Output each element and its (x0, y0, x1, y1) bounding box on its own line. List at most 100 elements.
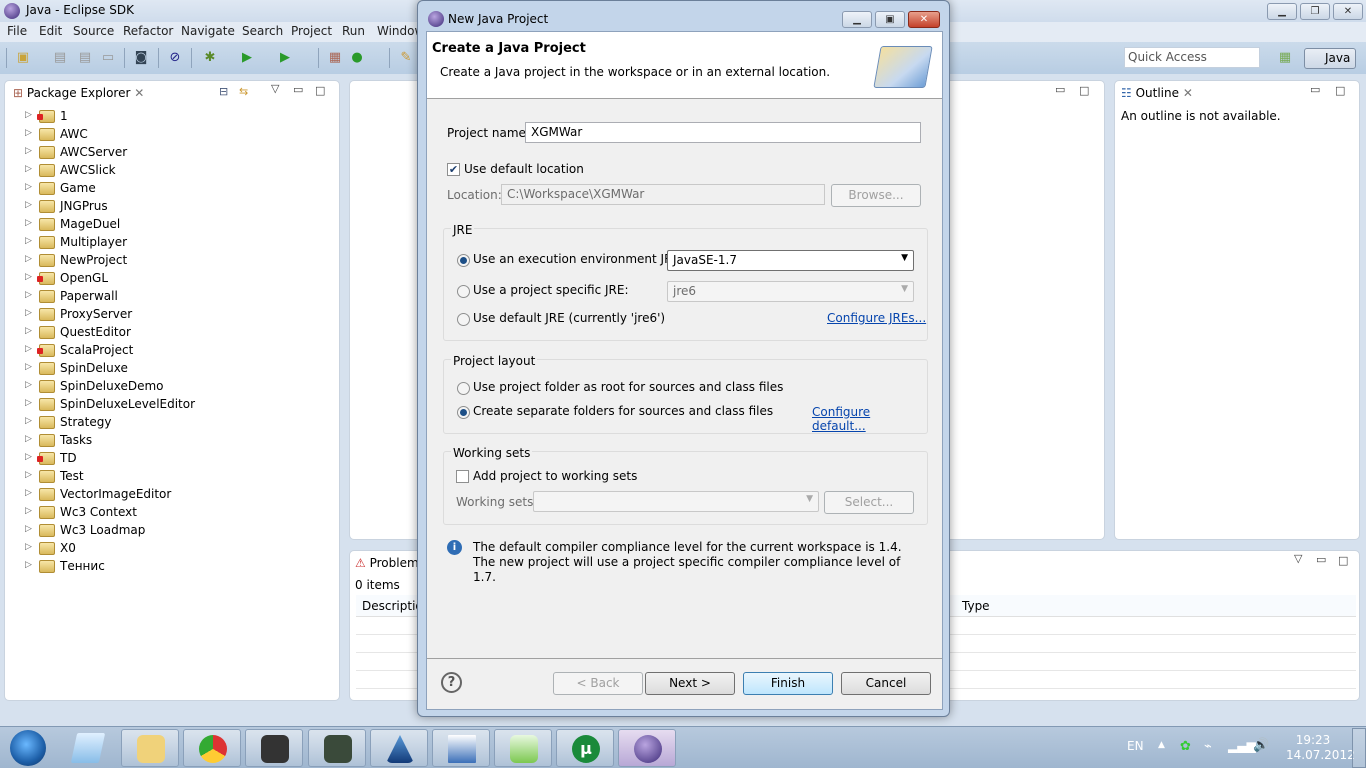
menu-search[interactable]: Search (242, 24, 283, 38)
project-item[interactable]: ▷ Game (25, 180, 325, 198)
use-default-location-checkbox[interactable]: ✔ (447, 163, 460, 176)
cancel-button[interactable]: Cancel (841, 672, 931, 695)
new-icon[interactable]: ▣ (15, 50, 31, 66)
expand-arrow-icon[interactable]: ▷ (25, 398, 32, 408)
project-item[interactable]: ▷ Multiplayer (25, 234, 325, 252)
problems-tab[interactable]: ⚠ Problems (355, 556, 425, 570)
quick-access-input[interactable]: Quick Access (1124, 47, 1260, 68)
close-icon[interactable]: ✕ (1183, 86, 1193, 100)
project-item[interactable]: ▷ AWC (25, 126, 325, 144)
configure-jres-link[interactable]: Configure JREs... (827, 311, 926, 325)
highlight-icon[interactable]: ✎ (398, 50, 414, 66)
run-icon[interactable]: ▶ (239, 50, 255, 66)
expand-arrow-icon[interactable]: ▷ (25, 524, 32, 534)
expand-arrow-icon[interactable]: ▷ (25, 290, 32, 300)
project-item[interactable]: ▷ JNGPrus (25, 198, 325, 216)
dialog-maximize-button[interactable]: ▣ (875, 11, 905, 28)
working-sets-select[interactable]: ▼ (533, 491, 819, 512)
location-input[interactable]: C:\Workspace\XGMWar (501, 184, 825, 205)
expand-arrow-icon[interactable]: ▷ (25, 272, 32, 282)
tray-app-icon[interactable]: ✿ (1180, 739, 1191, 754)
clock[interactable]: 19:23 14.07.2012 (1286, 733, 1355, 763)
minimize-icon[interactable]: ▭ (1316, 553, 1326, 566)
save-icon[interactable]: ▤ (52, 50, 68, 66)
menu-navigate[interactable]: Navigate (181, 24, 235, 38)
taskbar-app[interactable] (370, 729, 428, 767)
project-item[interactable]: ▷ X0 (25, 540, 325, 558)
maximize-icon[interactable]: □ (1335, 84, 1345, 97)
run-external-icon[interactable]: ▶ (277, 50, 293, 66)
next-button[interactable]: Next > (645, 672, 735, 695)
show-hidden-icons[interactable]: ▲ (1158, 740, 1165, 750)
project-item[interactable]: ▷ NewProject (25, 252, 325, 270)
maximize-icon[interactable]: □ (1079, 84, 1089, 97)
expand-arrow-icon[interactable]: ▷ (25, 308, 32, 318)
skip-breakpoints-icon[interactable]: ⊘ (167, 50, 183, 66)
taskbar-monitor[interactable] (308, 729, 366, 767)
expand-arrow-icon[interactable]: ▷ (25, 470, 32, 480)
debug-icon[interactable]: ✱ (202, 50, 218, 66)
dialog-close-button[interactable]: ✕ (908, 11, 940, 28)
expand-arrow-icon[interactable]: ▷ (25, 542, 32, 552)
start-button[interactable] (10, 730, 46, 766)
column-type[interactable]: Type (962, 599, 990, 613)
new-package-icon[interactable]: ▦ (327, 50, 343, 66)
project-specific-jre-select[interactable]: jre6 ▼ (667, 281, 914, 302)
expand-arrow-icon[interactable]: ▷ (25, 362, 32, 372)
minimize-icon[interactable]: ▭ (293, 83, 303, 96)
project-item[interactable]: ▷ AWCServer (25, 144, 325, 162)
maximize-icon[interactable]: □ (315, 84, 325, 97)
maximize-icon[interactable]: □ (1338, 554, 1348, 567)
project-item[interactable]: ▷ Test (25, 468, 325, 486)
project-item[interactable]: ▷ OpenGL (25, 270, 325, 288)
menu-file[interactable]: File (7, 24, 27, 38)
project-item[interactable]: ▷ SpinDeluxeDemo (25, 378, 325, 396)
link-editor-icon[interactable]: ⇆ (239, 85, 248, 98)
menu-source[interactable]: Source (73, 24, 114, 38)
project-item[interactable]: ▷ QuestEditor (25, 324, 325, 342)
expand-arrow-icon[interactable]: ▷ (25, 452, 32, 462)
project-item[interactable]: ▷ Wc3 Context (25, 504, 325, 522)
java-perspective-button[interactable]: Java (1304, 48, 1356, 69)
expand-arrow-icon[interactable]: ▷ (25, 326, 32, 336)
back-button[interactable]: < Back (553, 672, 643, 695)
expand-arrow-icon[interactable]: ▷ (25, 506, 32, 516)
expand-arrow-icon[interactable]: ▷ (25, 236, 32, 246)
expand-arrow-icon[interactable]: ▷ (25, 416, 32, 426)
project-item[interactable]: ▷ VectorImageEditor (25, 486, 325, 504)
close-button[interactable]: ✕ (1333, 3, 1363, 20)
taskbar-steam[interactable] (245, 729, 303, 767)
expand-arrow-icon[interactable]: ▷ (25, 380, 32, 390)
execution-environment-select[interactable]: JavaSE-1.7 ▼ (667, 250, 914, 271)
save-all-icon[interactable]: ▤ (77, 50, 93, 66)
package-explorer-tab[interactable]: ⊞ Package Explorer ✕ (13, 86, 144, 100)
volume-icon[interactable]: 🔊 (1253, 738, 1269, 753)
language-indicator[interactable]: EN (1127, 739, 1144, 753)
separate-folders-radio[interactable] (457, 406, 470, 419)
dialog-minimize-button[interactable]: ▁ (842, 11, 872, 28)
expand-arrow-icon[interactable]: ▷ (25, 434, 32, 444)
menu-refactor[interactable]: Refactor (123, 24, 173, 38)
taskbar-network[interactable] (494, 729, 552, 767)
expand-arrow-icon[interactable]: ▷ (25, 164, 32, 174)
project-item[interactable]: ▷ ScalaProject (25, 342, 325, 360)
minimize-icon[interactable]: ▭ (1055, 83, 1065, 96)
project-item[interactable]: ▷ Теннис (25, 558, 325, 576)
project-item[interactable]: ▷ Wc3 Loadmap (25, 522, 325, 540)
project-folder-root-radio[interactable] (457, 382, 470, 395)
browse-button[interactable]: Browse... (831, 184, 921, 207)
menu-project[interactable]: Project (291, 24, 332, 38)
taskbar-chrome[interactable] (183, 729, 241, 767)
execution-environment-radio[interactable] (457, 254, 470, 267)
project-item[interactable]: ▷ TD (25, 450, 325, 468)
project-item[interactable]: ▷ 1 (25, 108, 325, 126)
expand-arrow-icon[interactable]: ▷ (25, 254, 32, 264)
view-menu-icon[interactable]: ▽ (1294, 552, 1302, 565)
add-to-working-sets-checkbox[interactable] (456, 470, 469, 483)
taskbar-utorrent[interactable]: µ (556, 729, 614, 767)
expand-arrow-icon[interactable]: ▷ (25, 560, 32, 570)
help-icon[interactable]: ? (441, 672, 462, 693)
outline-tab[interactable]: ☷ Outline ✕ (1121, 86, 1193, 100)
expand-arrow-icon[interactable]: ▷ (25, 344, 32, 354)
project-name-input[interactable]: XGMWar (525, 122, 921, 143)
